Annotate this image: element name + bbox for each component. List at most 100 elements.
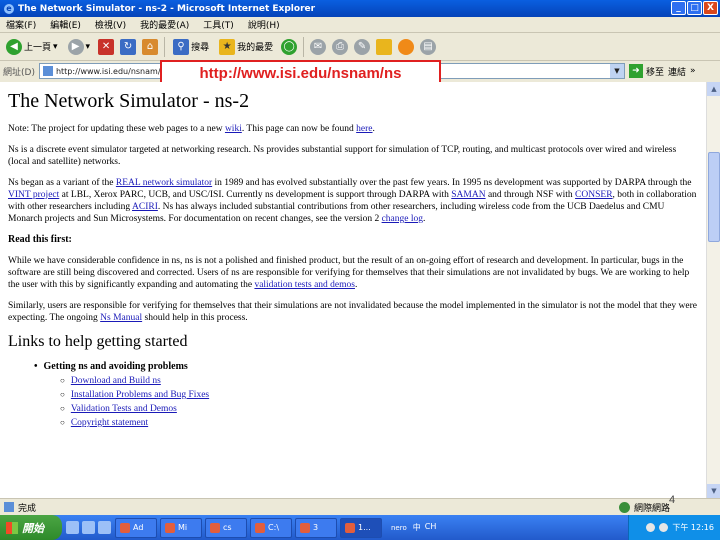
taskbar-item[interactable]: Mi xyxy=(160,517,202,538)
task-label: cs xyxy=(223,523,232,532)
desktop-icon[interactable] xyxy=(66,521,79,534)
app-icon xyxy=(165,522,175,533)
saman-link[interactable]: SAMAN xyxy=(451,190,485,200)
menu-favorites[interactable]: 我的最愛(A) xyxy=(140,18,189,31)
window-title: The Network Simulator - ns-2 - Microsoft… xyxy=(18,3,316,14)
folder-icon[interactable] xyxy=(376,38,393,55)
research-icon[interactable]: ▤ xyxy=(420,38,437,55)
windows-logo-icon xyxy=(6,521,18,534)
chevron-down-icon[interactable]: ▾ xyxy=(53,42,58,52)
scroll-thumb[interactable] xyxy=(708,152,720,242)
taskbar-item[interactable]: C:\ xyxy=(250,517,292,538)
slide-page-number: 4 xyxy=(669,494,676,506)
back-button[interactable]: ◀ 上一頁 ▾ xyxy=(4,36,60,58)
list-item: Download and Build ns xyxy=(60,374,706,388)
change-log-link[interactable]: change log xyxy=(382,214,423,224)
edit-icon[interactable]: ✎ xyxy=(354,38,371,55)
toolbar: ◀ 上一頁 ▾ ▶ ▾ ✕ ↻ ⌂ ⚲ 搜尋 ★ 我的最愛 ◯ ✉ ⎙ ✎ ▤ xyxy=(0,33,720,61)
mail-icon[interactable]: ✉ xyxy=(310,38,327,55)
history-paragraph: Ns began as a variant of the REAL networ… xyxy=(8,177,698,225)
scroll-up-icon[interactable]: ▲ xyxy=(707,82,720,96)
menu-view[interactable]: 檢視(V) xyxy=(95,18,126,31)
links-heading: Links to help getting started xyxy=(8,333,188,350)
minimize-button[interactable]: _ xyxy=(671,1,686,15)
favorites-label: 我的最愛 xyxy=(237,43,274,53)
validation-demos-link[interactable]: Validation Tests and Demos xyxy=(71,404,177,414)
menu-file[interactable]: 檔案(F) xyxy=(6,18,36,31)
star-icon: ★ xyxy=(219,38,236,55)
para-text: should help in this process. xyxy=(142,313,248,323)
back-label: 上一頁 xyxy=(24,43,52,53)
vertical-scrollbar[interactable]: ▲ ▼ xyxy=(706,82,720,498)
chevron-right-icon[interactable]: » xyxy=(690,66,696,76)
app-icon xyxy=(210,522,220,533)
go-button[interactable]: ➜ 移至 xyxy=(628,64,664,78)
language-bar[interactable]: 中 CH xyxy=(413,522,437,533)
taskbar-item[interactable]: cs xyxy=(205,517,247,538)
ns-manual-link[interactable]: Ns Manual xyxy=(100,313,142,323)
start-button[interactable]: 開始 xyxy=(0,515,62,540)
print-icon[interactable]: ⎙ xyxy=(332,38,349,55)
home-icon[interactable]: ⌂ xyxy=(142,38,159,55)
vint-project-link[interactable]: VINT project xyxy=(8,190,59,200)
para-text: Ns began as a variant of the xyxy=(8,178,116,188)
real-simulator-link[interactable]: REAL network simulator xyxy=(116,178,212,188)
menu-help[interactable]: 說明(H) xyxy=(248,18,280,31)
copyright-link[interactable]: Copyright statement xyxy=(71,418,148,428)
nero-logo[interactable]: nero xyxy=(391,524,407,532)
para-text: . xyxy=(354,280,358,290)
chevron-down-icon[interactable]: ▾ xyxy=(86,42,91,52)
history-icon[interactable]: ◯ xyxy=(281,38,298,55)
taskbar-item[interactable]: Ad xyxy=(115,517,157,538)
taskbar-item[interactable]: 3 xyxy=(295,517,337,538)
menu-tools[interactable]: 工具(T) xyxy=(203,18,234,31)
browser-icon[interactable] xyxy=(82,521,95,534)
media-icon[interactable] xyxy=(98,521,111,534)
zone-label: 網際網路 xyxy=(633,504,670,514)
maximize-button[interactable]: □ xyxy=(687,1,702,15)
list-item: Installation Problems and Bug Fixes xyxy=(60,388,706,402)
address-dropdown-icon[interactable]: ▼ xyxy=(609,64,624,78)
go-label: 移至 xyxy=(645,67,664,78)
scroll-down-icon[interactable]: ▼ xyxy=(707,484,720,498)
list-item: Copyright statement xyxy=(60,416,706,430)
tray-network-icon[interactable] xyxy=(646,523,656,532)
note-paragraph: Note: The project for updating these web… xyxy=(8,123,698,135)
validation-tests-link[interactable]: validation tests and demos xyxy=(254,280,355,290)
ie-icon: e xyxy=(4,3,14,14)
note-text: . xyxy=(372,124,375,134)
conser-link[interactable]: CONSER xyxy=(575,190,612,200)
here-link[interactable]: here xyxy=(356,124,372,134)
tray-volume-icon[interactable] xyxy=(659,523,669,532)
list-item: Validation Tests and Demos xyxy=(60,402,706,416)
menu-edit[interactable]: 編輯(E) xyxy=(50,18,81,31)
refresh-icon[interactable]: ↻ xyxy=(120,38,137,55)
system-tray: 下午 12:16 xyxy=(628,515,720,540)
getting-started-list: Download and Build ns Installation Probl… xyxy=(60,374,706,430)
address-value: http://www.isi.edu/nsnam/ns/ xyxy=(55,66,173,76)
quick-launch xyxy=(66,521,111,534)
intro-paragraph: Ns is a discrete event simulator targete… xyxy=(8,145,677,167)
stop-icon[interactable]: ✕ xyxy=(98,38,115,55)
taskbar-item-active[interactable]: 1... xyxy=(340,517,382,538)
aciri-link[interactable]: ACIRI xyxy=(132,202,158,212)
search-button[interactable]: ⚲ 搜尋 xyxy=(171,36,211,58)
window-controls: _ □ X xyxy=(671,1,718,15)
address-label: 網址(D) xyxy=(3,67,35,78)
page-done-icon xyxy=(4,502,14,512)
task-label: 1... xyxy=(358,523,371,532)
wiki-link[interactable]: wiki xyxy=(225,124,242,134)
status-text: 完成 xyxy=(18,503,37,514)
taskbar: 開始 Ad Mi cs C:\ 3 1... nero 中 CH 下午 12:1… xyxy=(0,515,720,540)
forward-button[interactable]: ▶ ▾ xyxy=(66,36,93,58)
note-text: . This page can now be found xyxy=(241,124,357,134)
lang-label: CH xyxy=(424,522,437,531)
favorites-button[interactable]: ★ 我的最愛 xyxy=(217,36,275,58)
links-label[interactable]: 連結 xyxy=(668,65,686,78)
close-button[interactable]: X xyxy=(703,1,718,15)
responsibility-paragraph: Similarly, users are responsible for ver… xyxy=(8,300,698,324)
para-text: in 1989 and has evolved substantially ov… xyxy=(212,178,692,188)
messenger-icon[interactable] xyxy=(398,38,415,55)
download-link[interactable]: Download and Build ns xyxy=(71,376,161,386)
installation-problems-link[interactable]: Installation Problems and Bug Fixes xyxy=(71,390,209,400)
